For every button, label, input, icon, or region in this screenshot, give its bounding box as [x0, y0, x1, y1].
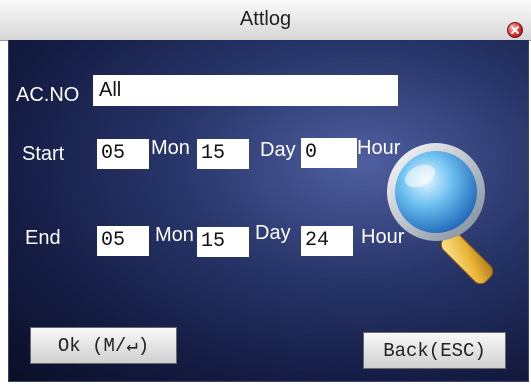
magnifier-icon — [387, 143, 494, 285]
start-month-input[interactable]: 05 — [97, 139, 149, 169]
ac-no-input[interactable]: All — [93, 75, 398, 106]
end-hour-input[interactable]: 24 — [301, 226, 353, 256]
ac-no-label: AC.NO — [16, 84, 80, 106]
end-day-unit: Day — [255, 222, 291, 244]
window-title: Attlog — [239, 8, 292, 30]
ok-button[interactable]: Ok (M/↵) — [30, 327, 177, 364]
start-day-unit: Day — [260, 139, 296, 161]
close-icon[interactable] — [507, 22, 523, 38]
title-bar: Attlog — [0, 0, 531, 41]
end-month-input[interactable]: 05 — [97, 226, 149, 256]
start-day-input[interactable]: 15 — [197, 139, 249, 169]
end-month-unit: Mon — [155, 224, 194, 246]
start-label: Start — [22, 143, 65, 165]
end-day-input[interactable]: 15 — [197, 227, 249, 257]
start-month-unit: Mon — [151, 137, 190, 159]
attlog-screen: Attlog AC.NO All Start 05 Mon 15 Day 0 H… — [0, 0, 531, 385]
start-hour-input[interactable]: 0 — [301, 138, 357, 168]
end-label: End — [25, 227, 61, 249]
back-button[interactable]: Back(ESC) — [363, 332, 506, 369]
